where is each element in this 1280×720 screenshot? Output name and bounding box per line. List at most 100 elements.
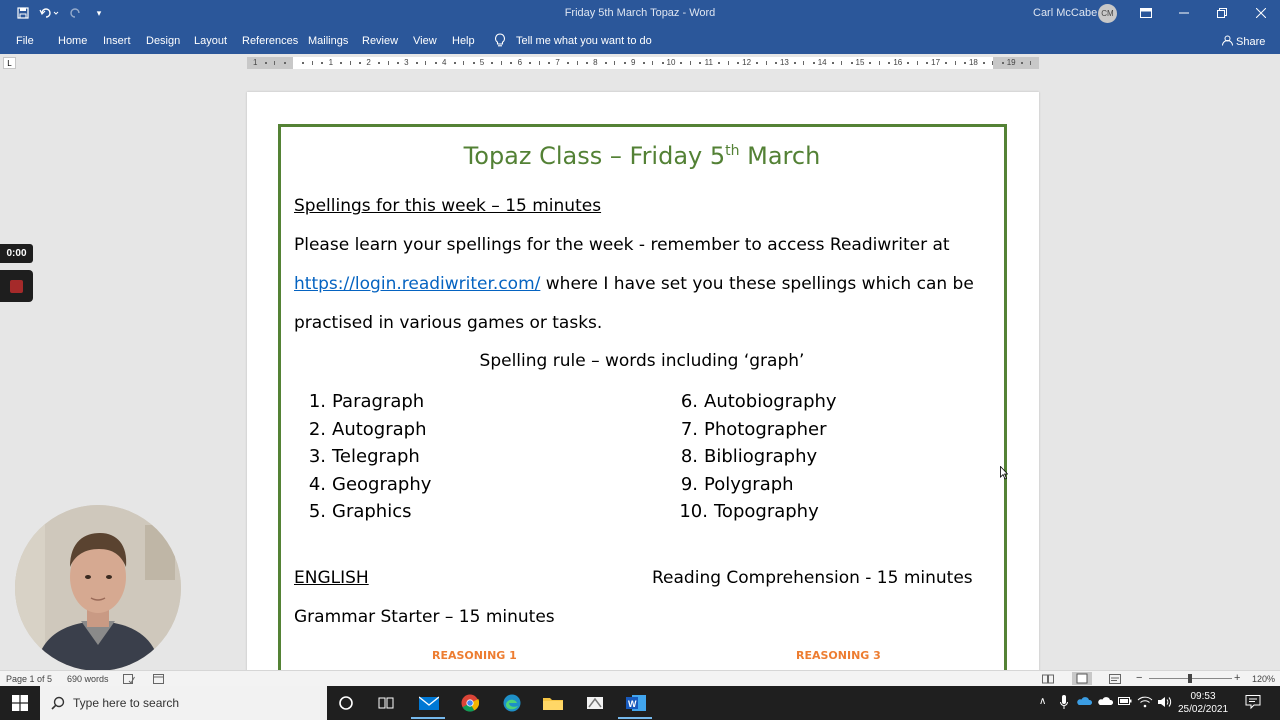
mail-icon[interactable] <box>418 692 440 714</box>
user-name[interactable]: Carl McCabe <box>1033 7 1097 19</box>
word-count[interactable]: 690 words <box>67 674 109 684</box>
start-button[interactable] <box>0 686 40 720</box>
zoom-level[interactable]: 120% <box>1252 674 1275 684</box>
print-layout-icon[interactable] <box>1072 672 1092 685</box>
search-placeholder[interactable]: Type here to search <box>73 696 179 710</box>
wifi-icon[interactable] <box>1137 696 1153 711</box>
grammar-heading[interactable]: Grammar Starter – 15 minutes <box>294 607 555 627</box>
ruler-tick-label: 8 <box>593 58 598 67</box>
spelling-rule[interactable]: Spelling rule – words including ‘graph’ <box>247 351 1037 371</box>
lightbulb-icon[interactable] <box>494 33 506 47</box>
tab-help[interactable]: Help <box>452 35 475 47</box>
volume-icon[interactable] <box>1157 696 1173 711</box>
svg-text:W: W <box>628 699 637 709</box>
tab-file[interactable]: File <box>16 35 34 47</box>
ruler-tick-mark <box>614 61 616 65</box>
list-item[interactable]: Photographer <box>704 419 827 440</box>
paragraph-line-1[interactable]: Please learn your spellings for the week… <box>294 235 950 255</box>
ruler-tick-mark <box>642 62 645 64</box>
list-item[interactable]: Geography <box>332 474 431 495</box>
ruler-tick-mark <box>907 62 910 64</box>
app-icon[interactable] <box>584 692 606 714</box>
list-item[interactable]: Graphics <box>332 501 412 522</box>
reading-heading[interactable]: Reading Comprehension - 15 minutes <box>652 568 973 588</box>
ribbon-display-options-icon[interactable] <box>1136 4 1156 22</box>
document-canvas[interactable]: Topaz Class – Friday 5th March Spellings… <box>0 72 1280 670</box>
ruler-tick-mark <box>916 61 918 65</box>
ruler-tick-label: 19 <box>1006 58 1016 67</box>
share-label[interactable]: Share <box>1236 36 1265 48</box>
ruler-tick-mark <box>1020 62 1023 64</box>
tell-me-search[interactable]: Tell me what you want to do <box>516 35 652 47</box>
ruler-tick-mark <box>718 62 721 64</box>
accessibility-icon[interactable] <box>153 674 165 686</box>
zoom-in-icon[interactable]: + <box>1234 672 1240 684</box>
list-number: 4. <box>308 474 326 495</box>
ruler-tick-label: 1 <box>328 58 334 67</box>
notifications-icon[interactable] <box>1245 694 1261 713</box>
proofing-icon[interactable] <box>123 674 135 686</box>
zoom-slider-thumb[interactable] <box>1188 674 1192 683</box>
close-icon[interactable] <box>1251 4 1271 22</box>
paragraph-line-3[interactable]: practised in various games or tasks. <box>294 313 602 333</box>
task-view-icon[interactable] <box>375 692 397 714</box>
tab-view[interactable]: View <box>413 35 437 47</box>
ruler-tick-mark <box>680 62 683 64</box>
tab-insert[interactable]: Insert <box>103 35 131 47</box>
cortana-icon[interactable] <box>335 692 357 714</box>
word-taskbar-icon[interactable]: W <box>625 692 647 714</box>
document-title[interactable]: Topaz Class – Friday 5th March <box>247 142 1037 170</box>
file-explorer-icon[interactable] <box>542 692 564 714</box>
paragraph-line-2[interactable]: https://login.readiwriter.com/ where I h… <box>294 274 974 294</box>
ruler-tick-label: 9 <box>630 58 636 67</box>
list-item[interactable]: Topography <box>714 501 819 522</box>
tab-references[interactable]: References <box>242 35 298 47</box>
taskbar-search-box[interactable]: Type here to search <box>40 686 327 720</box>
page-count[interactable]: Page 1 of 5 <box>6 674 52 684</box>
tab-design[interactable]: Design <box>146 35 180 47</box>
spellings-heading[interactable]: Spellings for this week – 15 minutes <box>294 196 601 216</box>
tray-overflow-icon[interactable]: ∧ <box>1039 696 1046 707</box>
list-item[interactable]: Telegraph <box>332 446 420 467</box>
list-item[interactable]: Bibliography <box>704 446 817 467</box>
ruler-tick-label: 10 <box>666 58 676 67</box>
minimize-icon[interactable] <box>1174 4 1194 22</box>
zoom-out-icon[interactable]: − <box>1136 672 1142 684</box>
microphone-icon[interactable] <box>1059 694 1069 713</box>
ruler-tick-mark <box>954 61 956 65</box>
readiwriter-link[interactable]: https://login.readiwriter.com/ <box>294 274 540 294</box>
ruler-tick-mark <box>727 61 729 65</box>
ruler-tick-mark <box>1001 62 1004 64</box>
document-page[interactable]: Topaz Class – Friday 5th March Spellings… <box>247 92 1039 670</box>
restore-icon[interactable] <box>1212 4 1232 22</box>
edge-icon[interactable] <box>501 692 523 714</box>
tab-layout[interactable]: Layout <box>194 35 227 47</box>
ruler-tick-mark <box>387 61 389 65</box>
ruler-tick-mark <box>585 62 588 64</box>
list-item[interactable]: Autobiography <box>704 391 837 412</box>
reasoning-3-label: REASONING 3 <box>796 649 881 662</box>
horizontal-ruler[interactable]: 1 1 2 3 4 5 6 7 8 9 10 11 12 13 14 15 16 17 18 19 <box>247 57 1039 69</box>
user-avatar[interactable]: CM <box>1098 4 1117 23</box>
list-item[interactable]: Paragraph <box>332 391 424 412</box>
chrome-icon[interactable] <box>459 692 481 714</box>
english-heading[interactable]: ENGLISH <box>294 568 369 588</box>
ruler-tick-mark <box>415 62 418 64</box>
tab-mailings[interactable]: Mailings <box>308 35 348 47</box>
onedrive-icon[interactable] <box>1076 696 1093 709</box>
web-layout-icon[interactable] <box>1109 674 1121 686</box>
share-button[interactable]: Share <box>1222 35 1265 48</box>
battery-icon[interactable] <box>1118 696 1132 709</box>
tab-home[interactable]: Home <box>58 35 87 47</box>
stop-recording-button[interactable] <box>0 270 33 302</box>
list-item[interactable]: Polygraph <box>704 474 794 495</box>
cloud-icon[interactable] <box>1097 696 1114 709</box>
ruler-tick-mark <box>992 61 994 65</box>
tab-review[interactable]: Review <box>362 35 398 47</box>
tab-selector[interactable]: L <box>3 57 16 69</box>
presenter-video-icon <box>15 505 181 671</box>
ruler-tick-mark <box>841 61 843 65</box>
taskbar-clock[interactable]: 09:53 25/02/2021 <box>1178 690 1228 716</box>
list-item[interactable]: Autograph <box>332 419 426 440</box>
read-mode-icon[interactable] <box>1042 674 1054 686</box>
